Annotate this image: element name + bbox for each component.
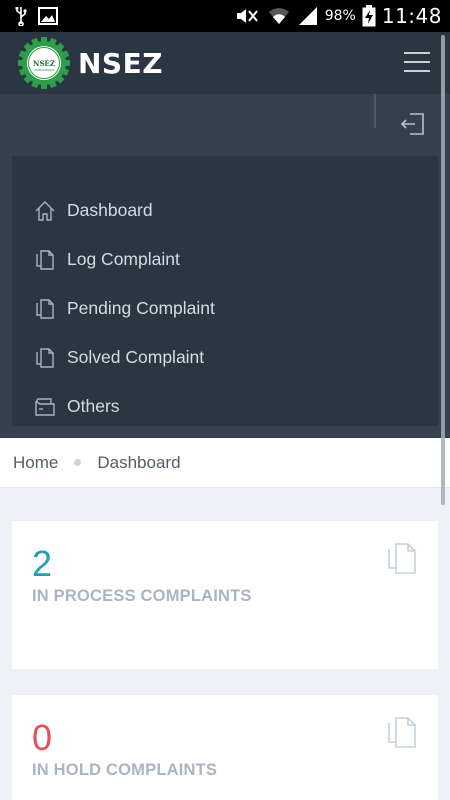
sidebar-item-log-complaint[interactable]: Log Complaint <box>12 235 438 284</box>
nsez-logo: NSEZ <box>18 37 70 89</box>
clock: 11:48 <box>381 4 442 28</box>
status-bar: 98% 11:48 <box>0 0 450 32</box>
document-icon <box>36 298 54 319</box>
stat-label: IN PROCESS COMPLAINTS <box>32 587 252 605</box>
logout-icon[interactable] <box>400 112 426 136</box>
document-icon <box>36 249 54 270</box>
stat-card-in-hold[interactable]: 0 IN HOLD COMPLAINTS <box>12 695 438 800</box>
stat-value: 0 <box>32 717 53 758</box>
hamburger-icon[interactable] <box>404 52 430 72</box>
sidebar-item-label: Log Complaint <box>67 249 180 269</box>
app-title: NSEZ <box>78 46 164 80</box>
breadcrumb-home-link[interactable]: Home <box>13 453 58 473</box>
sidebar-item-label: Pending Complaint <box>67 298 215 318</box>
stat-value: 2 <box>32 543 53 584</box>
breadcrumb: Home Dashboard <box>0 438 450 488</box>
usb-icon <box>15 7 27 26</box>
signal-icon <box>298 7 317 25</box>
sidebar-item-label: Dashboard <box>67 200 153 220</box>
sidebar-item-dashboard[interactable]: Dashboard <box>12 186 438 235</box>
sidebar-toolbar <box>0 94 450 156</box>
logo-text: NSEZ <box>33 59 55 68</box>
divider <box>374 94 376 128</box>
image-notification-icon <box>38 7 58 25</box>
sidebar-item-pending-complaint[interactable]: Pending Complaint <box>12 284 438 333</box>
breadcrumb-separator <box>74 459 82 466</box>
document-icon <box>36 347 54 368</box>
copy-icon <box>388 717 416 748</box>
stat-card-in-process[interactable]: 2 IN PROCESS COMPLAINTS <box>12 521 438 669</box>
battery-charging-icon <box>362 5 376 27</box>
battery-percentage: 98% <box>324 8 356 24</box>
mute-icon <box>236 9 258 23</box>
app-header: NSEZ NSEZ <box>0 32 450 94</box>
home-icon <box>35 200 55 221</box>
sidebar-item-label: Solved Complaint <box>67 347 205 367</box>
sidebar-item-others[interactable]: Others <box>12 382 438 431</box>
wifi-icon <box>268 8 289 24</box>
breadcrumb-current: Dashboard <box>97 452 181 472</box>
scrollbar[interactable] <box>441 35 445 505</box>
wallet-icon <box>35 397 55 416</box>
sidebar-item-label: Others <box>67 396 120 416</box>
copy-icon <box>388 543 416 574</box>
sidebar-item-solved-complaint[interactable]: Solved Complaint <box>12 333 438 382</box>
sidebar-menu: Dashboard Log Complaint Pending Complain… <box>12 156 438 426</box>
stat-label: IN HOLD COMPLAINTS <box>32 761 218 779</box>
